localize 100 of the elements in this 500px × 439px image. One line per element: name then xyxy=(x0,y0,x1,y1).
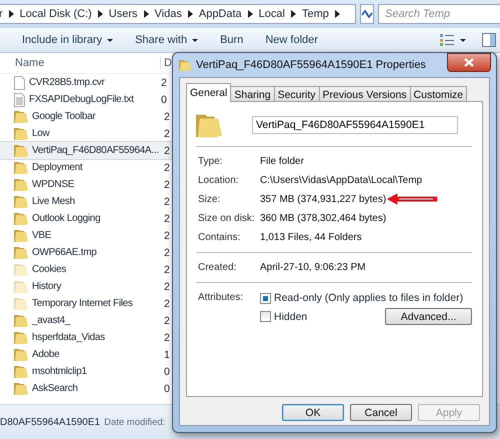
view-list-icon[interactable] xyxy=(440,34,454,46)
folder-icon xyxy=(14,246,28,259)
dialog-button[interactable]: OK xyxy=(282,404,344,421)
toolbar-button[interactable]: Include in library xyxy=(16,32,120,48)
table-cell: 2 xyxy=(163,144,170,156)
breadcrumb[interactable]: AppData xyxy=(198,8,242,20)
file-row[interactable]: AskSearch 0 xyxy=(0,380,172,397)
file-name: CVR28B5.tmp.cvr xyxy=(29,77,106,88)
status-text: D80AF55964A1590E1 xyxy=(0,416,100,428)
table-cell: 2 xyxy=(163,162,170,174)
table-cell: 2 xyxy=(163,128,170,140)
file-row[interactable]: Adobe 1 xyxy=(0,346,172,363)
file-row[interactable]: CVR28B5.tmp.cvr 2 xyxy=(0,74,172,91)
file-row[interactable]: Google Toolbar 2 xyxy=(0,108,172,125)
breadcrumb[interactable]: r xyxy=(0,8,3,20)
file-row[interactable]: Cookies 2 xyxy=(0,261,172,278)
folder-icon xyxy=(14,348,28,361)
breadcrumb[interactable]: Vidas xyxy=(154,8,182,20)
table-cell: 2 xyxy=(163,332,170,344)
column-header[interactable]: Name xyxy=(0,57,160,69)
file-name: Google Toolbar xyxy=(32,111,96,122)
table-cell: 2 xyxy=(163,264,170,276)
folder-icon xyxy=(14,195,28,208)
file-row[interactable]: VBE 2 xyxy=(0,227,172,244)
table-cell: 0 xyxy=(163,382,170,394)
file-row[interactable]: msohtmlclip1 0 xyxy=(0,363,172,380)
file-row[interactable]: VertiPaq_F46D80AF55964A... 2 xyxy=(0,142,172,159)
search-field[interactable]: Search Temp xyxy=(378,4,500,24)
file-row[interactable]: Temporary Internet Files 2 xyxy=(0,295,172,312)
folder-icon xyxy=(14,314,28,327)
folder-icon xyxy=(14,178,28,191)
breadcrumb[interactable]: Local xyxy=(258,8,285,20)
table-cell: 0 xyxy=(160,94,167,106)
arrow-icon xyxy=(98,10,103,18)
file-row[interactable]: Outlook Logging 2 xyxy=(0,210,172,227)
table-cell: 2 xyxy=(163,110,170,122)
property-label: Size: xyxy=(198,194,220,205)
file-name: Deployment xyxy=(32,162,84,173)
property-value: File folder xyxy=(260,156,304,167)
table-cell: 2 xyxy=(163,178,170,190)
breadcrumb[interactable]: Users xyxy=(108,8,138,20)
file-name: Adobe xyxy=(32,349,60,360)
file-row[interactable]: _avast4_ 2 xyxy=(0,312,172,329)
folder-icon xyxy=(14,110,28,123)
dialog-button[interactable]: Cancel xyxy=(350,404,412,421)
file-row[interactable]: Low 2 xyxy=(0,125,172,142)
table-cell: 2 xyxy=(163,196,170,208)
folder-icon xyxy=(14,365,28,378)
property-label: Location: xyxy=(198,175,239,186)
file-icon xyxy=(14,76,25,90)
file-name: Live Mesh xyxy=(32,196,76,207)
folder-icon xyxy=(196,112,222,138)
file-row[interactable]: WPDNSE 2 xyxy=(0,176,172,193)
file-name: VBE xyxy=(32,230,52,241)
tab[interactable]: General xyxy=(186,83,232,102)
status-label: Date modified: xyxy=(104,416,166,428)
toolbar-button[interactable]: Share with xyxy=(129,32,204,48)
table-cell: 2 xyxy=(163,280,170,292)
close-icon xyxy=(464,58,474,66)
property-label: Attributes: xyxy=(198,292,244,305)
advanced-button[interactable]: Advanced... xyxy=(385,308,472,325)
address-bar[interactable]: r Local Disk (C:) Users Vidas AppData Local Temp xyxy=(0,4,356,24)
arrow-icon xyxy=(290,10,296,18)
file-row[interactable]: Live Mesh 2 xyxy=(0,193,172,210)
file-name: OWP66AE.tmp xyxy=(32,247,98,258)
file-row[interactable]: History 2 xyxy=(0,278,172,295)
checkbox[interactable]: Read-only (Only applies to files in folder) xyxy=(260,292,464,304)
tab[interactable]: Previous Versions xyxy=(318,86,411,102)
table-cell: 2 xyxy=(163,314,170,326)
folder-icon xyxy=(14,280,28,293)
name-field[interactable]: VertiPaq_F46D80AF55964A1590E1 xyxy=(252,116,458,134)
toolbar-button[interactable]: New folder xyxy=(259,32,324,48)
property-label: Contains: xyxy=(198,232,240,243)
property-value: 360 MB (378,302,464 bytes) xyxy=(260,213,386,224)
tab[interactable]: Customize xyxy=(410,86,468,102)
file-row[interactable]: hsperfdata_Vidas 2 xyxy=(0,329,172,346)
file-row[interactable]: OWP66AE.tmp 2 xyxy=(0,244,172,261)
file-name: Low xyxy=(32,128,51,139)
folder-icon xyxy=(14,331,28,344)
breadcrumb[interactable]: Local Disk (C:) xyxy=(20,8,92,20)
toolbar-button[interactable]: Burn xyxy=(214,32,250,48)
folder-icon xyxy=(179,59,191,71)
close-button[interactable] xyxy=(447,52,491,72)
folder-icon xyxy=(14,127,28,140)
table-cell: 2 xyxy=(163,246,170,258)
caret-icon[interactable] xyxy=(460,38,466,42)
file-name: Outlook Logging xyxy=(32,213,102,224)
folder-icon xyxy=(14,297,28,310)
tab[interactable]: Security xyxy=(274,86,320,102)
arrow-icon xyxy=(248,10,253,18)
file-row[interactable]: Deployment 2 xyxy=(0,159,172,176)
preview-pane-icon[interactable] xyxy=(482,33,496,47)
property-label: Type: xyxy=(198,156,222,167)
arrow-icon xyxy=(188,10,193,18)
table-cell: 2 xyxy=(163,298,170,310)
folder-icon xyxy=(14,263,28,276)
refresh-button[interactable] xyxy=(360,4,374,24)
checkbox[interactable]: Hidden xyxy=(260,310,308,322)
file-row[interactable]: FXSAPIDebugLogFile.txt 0 xyxy=(0,91,172,108)
breadcrumb[interactable]: Temp xyxy=(302,8,329,20)
